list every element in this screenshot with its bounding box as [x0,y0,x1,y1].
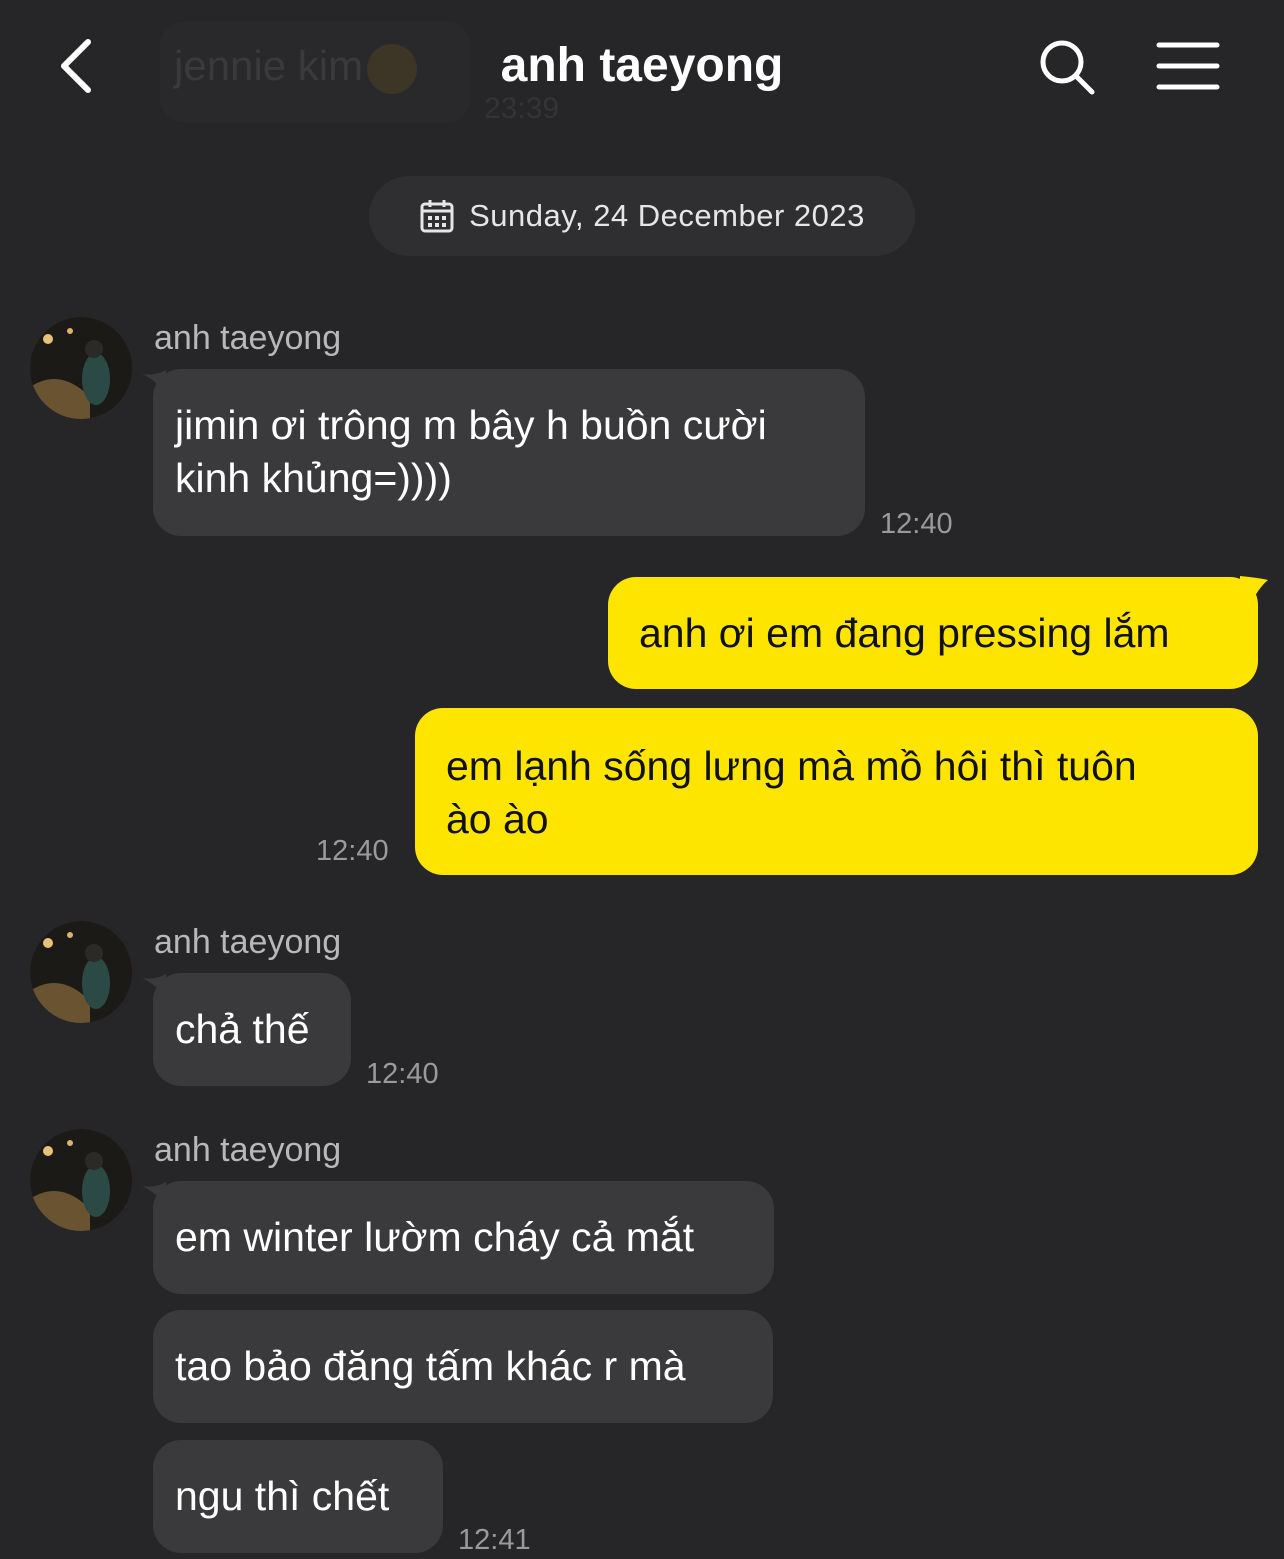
message-text: anh ơi em đang pressing lắm [639,610,1170,656]
avatar-photo-icon [30,921,132,1023]
message-text: tao bảo đăng tấm khác r mà [175,1343,686,1389]
avatar[interactable] [30,317,132,419]
search-button[interactable] [1036,36,1098,98]
message-time: 12:41 [458,1524,531,1556]
date-text: Sunday, 24 December 2023 [469,198,865,233]
chat-header: jennie kim 23:39 anh taeyong [0,0,1284,140]
message-text: em winter lườm cháy cả mắt [175,1214,695,1260]
message-time: 12:40 [880,508,953,540]
message-text: chả thế [175,1006,310,1052]
calendar-icon [420,200,454,233]
message-text: em lạnh sống lưng mà mồ hôi thì tuôn [446,743,1137,789]
chat-screen: jennie kim 23:39 anh taeyong Sunday, 24 … [0,0,1284,1559]
message-bubble-outgoing[interactable]: anh ơi em đang pressing lắm [608,577,1258,689]
date-divider: Sunday, 24 December 2023 [369,176,915,256]
search-icon [1040,40,1095,95]
message-bubble-incoming[interactable]: tao bảo đăng tấm khác r mà [153,1310,773,1423]
message-bubble-incoming[interactable]: ngu thì chết [153,1440,443,1553]
message-bubble-incoming[interactable]: em winter lườm cháy cả mắt [153,1181,774,1294]
sender-name: anh taeyong [154,319,342,357]
menu-icon [1156,42,1220,90]
message-time: 12:40 [366,1058,439,1090]
preview-time: 23:39 [484,92,560,125]
message-text: jimin ơi trông m bây h buồn cười [175,402,767,448]
avatar-photo-icon [30,1129,132,1231]
message-text: kinh khủng=)))) [175,455,452,501]
avatar[interactable] [30,1129,132,1231]
avatar-photo-icon [30,317,132,419]
message-text: ngu thì chết [175,1473,390,1519]
message-time: 12:40 [316,835,389,867]
avatar[interactable] [30,921,132,1023]
sender-name: anh taeyong [154,1131,342,1169]
message-bubble-incoming[interactable]: chả thế [153,973,351,1086]
message-text: ào ào [446,796,549,842]
message-bubble-incoming[interactable]: jimin ơi trông m bây h buồn cười kinh kh… [153,369,865,536]
message-bubble-outgoing[interactable]: em lạnh sống lưng mà mồ hôi thì tuôn ào … [415,708,1258,875]
menu-button[interactable] [1156,40,1220,92]
sender-name: anh taeyong [154,923,342,961]
